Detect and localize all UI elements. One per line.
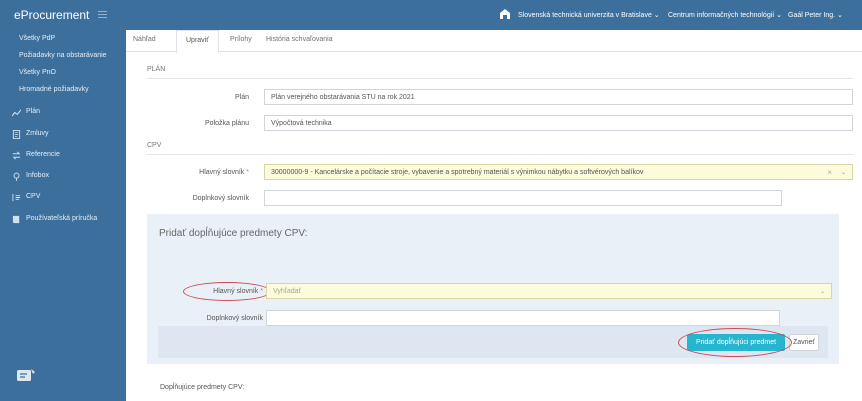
sidebar-item-label: Hromadné požiadavky	[19, 86, 89, 93]
tab-attachments[interactable]: Prílohy	[230, 36, 252, 43]
main-dictionary-select[interactable]: 30000000-9 - Kancelárske a počítacie str…	[264, 164, 853, 180]
sidebar-item-label: Používateľská príručka	[26, 215, 98, 222]
menu-toggle-icon[interactable]	[98, 11, 107, 19]
sidebar-item-infobox[interactable]: Infobox	[0, 170, 126, 184]
sidebar-item-label: Zmluvy	[26, 130, 49, 137]
highlight-circle	[183, 282, 271, 301]
panel-actions: Pridať dopĺňujúci predmet Zavrieť	[158, 326, 828, 358]
exchange-icon	[12, 151, 21, 160]
tab-approval-history[interactable]: História schvaľovania	[266, 36, 333, 43]
plan-item-label: Položka plánu	[205, 120, 249, 127]
supplementary-dictionary-field[interactable]	[264, 190, 782, 206]
search-placeholder: Vyhľadať	[273, 288, 302, 295]
add-cpv-panel: Pridať dopĺňujúce predmety CPV: Hlavný s…	[147, 214, 839, 364]
panel-title: Pridať dopĺňujúce predmety CPV:	[159, 228, 308, 239]
sidebar-item-label: CPV	[26, 193, 41, 200]
close-button[interactable]: Zavrieť	[789, 334, 819, 351]
sidebar-item-bulk-requests[interactable]: Hromadné požiadavky	[0, 84, 126, 98]
section-title-cpv: CPV	[147, 142, 162, 149]
tab-edit[interactable]: Upraviť	[176, 30, 219, 53]
sidebar-item-label: Referencie	[26, 151, 60, 158]
main-content: Náhľad Upraviť Prílohy História schvaľov…	[126, 30, 862, 401]
section-title-plan: PLÁN	[147, 66, 166, 73]
section-divider	[147, 154, 853, 155]
line-chart-icon	[12, 109, 21, 117]
feedback-icon[interactable]	[16, 367, 36, 383]
sidebar-item-all-pdp[interactable]: Všetky PdP	[0, 33, 126, 47]
sidebar-item-label: Plán	[26, 108, 41, 115]
app-brand[interactable]: eProcurement	[14, 8, 89, 22]
plan-field[interactable]: Plán verejného obstarávania STU na rok 2…	[264, 89, 853, 105]
supplementary-dictionary-label: Doplnkový slovník	[192, 195, 249, 202]
section-divider	[147, 78, 853, 79]
plan-item-field[interactable]: Výpočtová technika	[264, 115, 853, 131]
top-bar: eProcurement Slovenská technická univerz…	[0, 0, 862, 30]
panel-supplementary-dictionary-label: Doplnkový slovník	[206, 315, 263, 322]
highlight-circle	[678, 328, 792, 357]
sidebar-item-label: Požiadavky na obstarávanie	[19, 52, 107, 59]
info-pin-icon	[13, 172, 20, 181]
university-dropdown[interactable]: Slovenská technická univerzita v Bratisl…	[518, 11, 660, 19]
sidebar-item-procurement-requests[interactable]: Požiadavky na obstarávanie	[0, 50, 126, 64]
cpv-icon	[12, 193, 21, 202]
tab-bar: Náhľad Upraviť Prílohy História schvaľov…	[126, 30, 862, 53]
plan-label: Plán	[234, 94, 249, 101]
plan-value: Plán verejného obstarávania STU na rok 2…	[271, 94, 415, 101]
book-icon	[12, 215, 20, 224]
main-dictionary-label: Hlavný slovník *	[199, 169, 249, 176]
home-icon[interactable]	[499, 8, 511, 20]
sidebar-item-plan[interactable]: Plán	[0, 106, 126, 120]
sidebar-item-all-pno[interactable]: Všetky PnO	[0, 67, 126, 81]
sidebar-item-contracts[interactable]: Zmluvy	[0, 128, 126, 142]
document-icon	[12, 130, 21, 139]
supplementary-items-heading: Dopĺňujúce predmety CPV:	[160, 384, 245, 391]
sidebar-item-label: Všetky PdP	[19, 35, 56, 42]
main-dictionary-value: 30000000-9 - Kancelárske a počítacie str…	[271, 169, 644, 176]
tab-preview[interactable]: Náhľad	[133, 36, 156, 43]
plan-item-value: Výpočtová technika	[271, 120, 332, 127]
sidebar-item-label: Všetky PnO	[19, 69, 56, 76]
sidebar: Všetky PdP Požiadavky na obstarávanie Vš…	[0, 30, 126, 401]
clear-icon[interactable]: ×	[827, 168, 832, 177]
sidebar-item-user-guide[interactable]: Používateľská príručka	[0, 213, 126, 227]
required-mark: *	[246, 169, 249, 176]
chevron-down-icon[interactable]: ⌄	[820, 288, 825, 295]
sidebar-item-label: Infobox	[26, 172, 49, 179]
chevron-down-icon[interactable]: ⌄	[841, 169, 846, 176]
sidebar-item-references[interactable]: Referencie	[0, 149, 126, 163]
department-dropdown[interactable]: Centrum informačných technológií ⌄	[668, 11, 782, 19]
sidebar-item-cpv[interactable]: CPV	[0, 191, 126, 205]
panel-supplementary-dictionary-field[interactable]	[266, 310, 780, 326]
user-dropdown[interactable]: Gaál Peter Ing. ⌄	[788, 11, 843, 19]
panel-main-dictionary-search[interactable]: Vyhľadať ⌄	[266, 283, 832, 299]
